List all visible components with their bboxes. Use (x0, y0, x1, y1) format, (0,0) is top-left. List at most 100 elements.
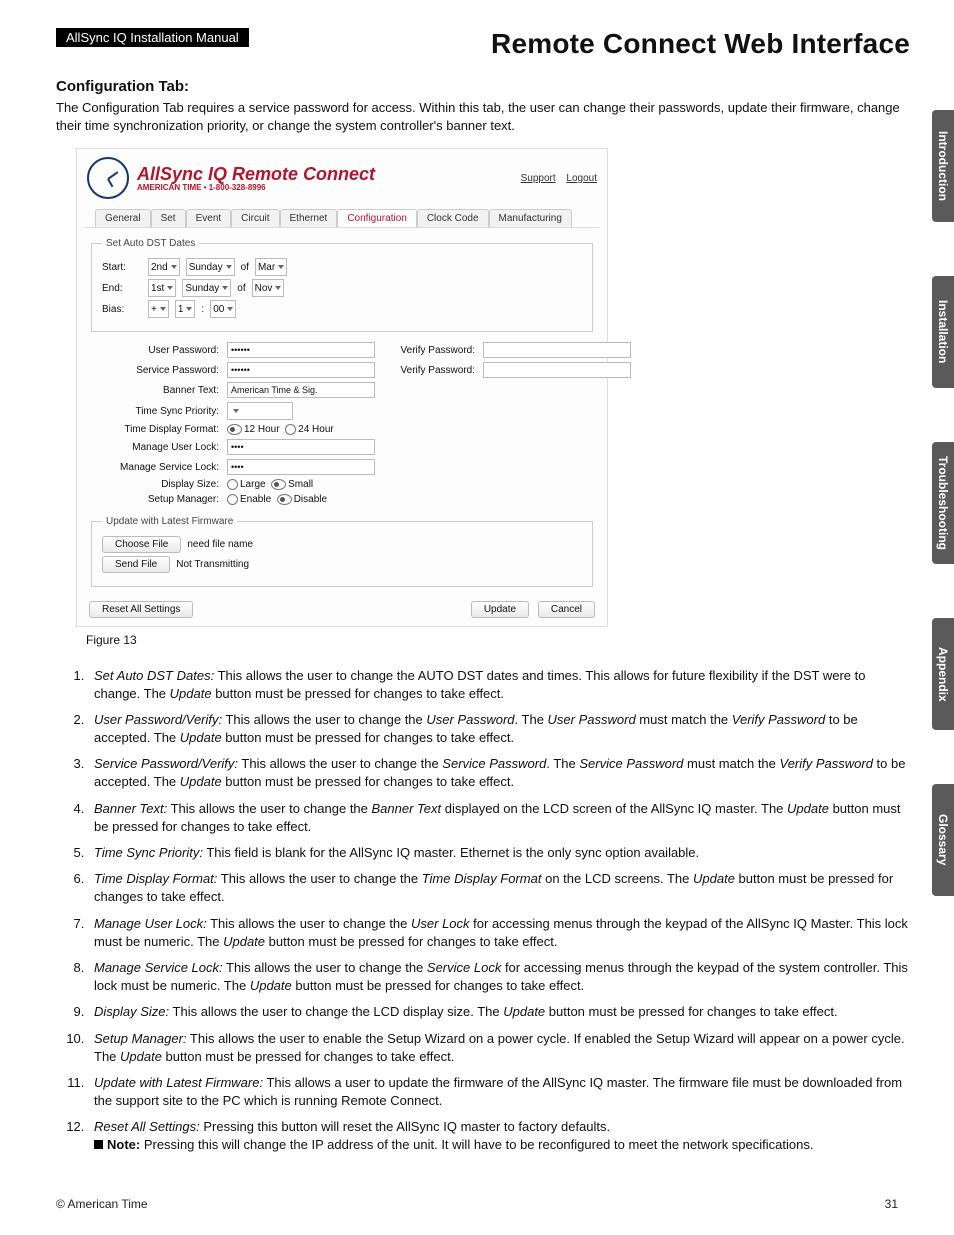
tabs-row: GeneralSetEventCircuitEthernetConfigurat… (85, 209, 599, 228)
radio-disable[interactable] (277, 494, 292, 505)
dst-bias-sep: : (201, 304, 204, 315)
dst-end-label: End: (102, 283, 142, 294)
tab-general[interactable]: General (95, 209, 151, 227)
side-tab-introduction[interactable]: Introduction (932, 110, 954, 222)
clock-icon (87, 157, 129, 199)
side-tab-glossary[interactable]: Glossary (932, 784, 954, 896)
dst-bias-mins[interactable]: 00 (210, 300, 236, 318)
tsp-label: Time Sync Priority: (89, 406, 219, 417)
logout-link[interactable]: Logout (566, 173, 597, 184)
dst-end-month[interactable]: Nov (252, 279, 285, 297)
app-logo-subtext: AMERICAN TIME • 1-800-328-8996 (137, 183, 375, 192)
dst-start-month[interactable]: Mar (255, 258, 287, 276)
mul-input[interactable]: •••• (227, 439, 375, 455)
dst-start-label: Start: (102, 262, 142, 273)
dst-fieldset: Set Auto DST Dates Start: 2nd Sunday of … (91, 238, 593, 332)
tab-ethernet[interactable]: Ethernet (280, 209, 338, 227)
send-file-status: Not Transmitting (176, 559, 249, 570)
user-pw-input[interactable]: •••••• (227, 342, 375, 358)
section-heading: Configuration Tab: (56, 78, 910, 95)
verify-user-pw-input[interactable] (483, 342, 631, 358)
ds-label: Display Size: (89, 479, 219, 490)
list-item: Update with Latest Firmware: This allows… (88, 1074, 910, 1110)
dst-of: of (241, 262, 249, 273)
list-item: Banner Text: This allows the user to cha… (88, 800, 910, 836)
list-item: User Password/Verify: This allows the us… (88, 711, 910, 747)
radio-12hr[interactable] (227, 424, 242, 435)
list-item: Reset All Settings: Pressing this button… (88, 1118, 910, 1154)
caret-icon (226, 265, 232, 269)
caret-icon (222, 286, 228, 290)
list-item: Time Display Format: This allows the use… (88, 870, 910, 906)
verify-pw-label: Verify Password: (375, 345, 475, 356)
radio-24hr[interactable] (285, 424, 296, 435)
radio-small[interactable] (271, 479, 286, 490)
msl-label: Manage Service Lock: (89, 462, 219, 473)
dst-start-ord[interactable]: 2nd (148, 258, 180, 276)
caret-icon (233, 409, 239, 413)
send-file-button[interactable]: Send File (102, 556, 170, 573)
tsp-select[interactable] (227, 402, 293, 420)
banner-label: Banner Text: (89, 385, 219, 396)
manual-badge: AllSync IQ Installation Manual (56, 28, 249, 47)
dst-end-day[interactable]: Sunday (182, 279, 231, 297)
update-button[interactable]: Update (471, 601, 529, 618)
user-pw-label: User Password: (89, 345, 219, 356)
support-link[interactable]: Support (521, 173, 556, 184)
description-list: Set Auto DST Dates: This allows the user… (56, 667, 910, 1155)
side-tab-appendix[interactable]: Appendix (932, 618, 954, 730)
service-pw-input[interactable]: •••••• (227, 362, 375, 378)
firmware-legend: Update with Latest Firmware (102, 516, 237, 527)
side-tab-installation[interactable]: Installation (932, 276, 954, 388)
dst-start-day[interactable]: Sunday (186, 258, 235, 276)
tab-configuration[interactable]: Configuration (337, 209, 416, 227)
caret-icon (171, 265, 177, 269)
tab-manufacturing[interactable]: Manufacturing (489, 209, 572, 227)
list-item: Time Sync Priority: This field is blank … (88, 844, 910, 862)
list-item: Display Size: This allows the user to ch… (88, 1003, 910, 1021)
service-pw-label: Service Password: (89, 365, 219, 376)
tab-set[interactable]: Set (151, 209, 186, 227)
app-logo-text: AllSync IQ Remote Connect (137, 164, 375, 184)
cancel-button[interactable]: Cancel (538, 601, 595, 618)
sm-label: Setup Manager: (89, 494, 219, 505)
choose-file-status: need file name (187, 539, 253, 550)
tab-circuit[interactable]: Circuit (231, 209, 279, 227)
list-item: Manage Service Lock: This allows the use… (88, 959, 910, 995)
caret-icon (167, 286, 173, 290)
side-tab-troubleshooting[interactable]: Troubleshooting (932, 442, 954, 564)
dst-legend: Set Auto DST Dates (102, 238, 199, 249)
banner-input[interactable]: American Time & Sig. (227, 382, 375, 398)
screenshot-panel: AllSync IQ Remote Connect AMERICAN TIME … (76, 148, 608, 626)
tdf-options: 12 Hour 24 Hour (227, 424, 367, 435)
radio-enable[interactable] (227, 494, 238, 505)
reset-all-button[interactable]: Reset All Settings (89, 601, 193, 618)
tab-event[interactable]: Event (186, 209, 232, 227)
caret-icon (275, 286, 281, 290)
list-item: Manage User Lock: This allows the user t… (88, 915, 910, 951)
mul-label: Manage User Lock: (89, 442, 219, 453)
verify-pw-label: Verify Password: (375, 365, 475, 376)
tdf-label: Time Display Format: (89, 424, 219, 435)
footer-copyright: © American Time (56, 1197, 148, 1211)
dst-end-ord[interactable]: 1st (148, 279, 176, 297)
footer-page-number: 31 (885, 1197, 898, 1211)
choose-file-button[interactable]: Choose File (102, 536, 181, 553)
caret-icon (227, 307, 233, 311)
list-item: Setup Manager: This allows the user to e… (88, 1030, 910, 1066)
sm-options: Enable Disable (227, 494, 367, 505)
list-item: Service Password/Verify: This allows the… (88, 755, 910, 791)
verify-service-pw-input[interactable] (483, 362, 631, 378)
dst-bias-hours[interactable]: 1 (175, 300, 196, 318)
section-intro: The Configuration Tab requires a service… (56, 99, 910, 134)
caret-icon (186, 307, 192, 311)
tab-clock-code[interactable]: Clock Code (417, 209, 489, 227)
dst-bias-sign[interactable]: + (148, 300, 169, 318)
figure-caption: Figure 13 (86, 633, 910, 647)
radio-large[interactable] (227, 479, 238, 490)
msl-input[interactable]: •••• (227, 459, 375, 475)
firmware-fieldset: Update with Latest Firmware Choose File … (91, 516, 593, 587)
page-title: Remote Connect Web Interface (491, 28, 910, 60)
caret-icon (160, 307, 166, 311)
ds-options: Large Small (227, 479, 367, 490)
